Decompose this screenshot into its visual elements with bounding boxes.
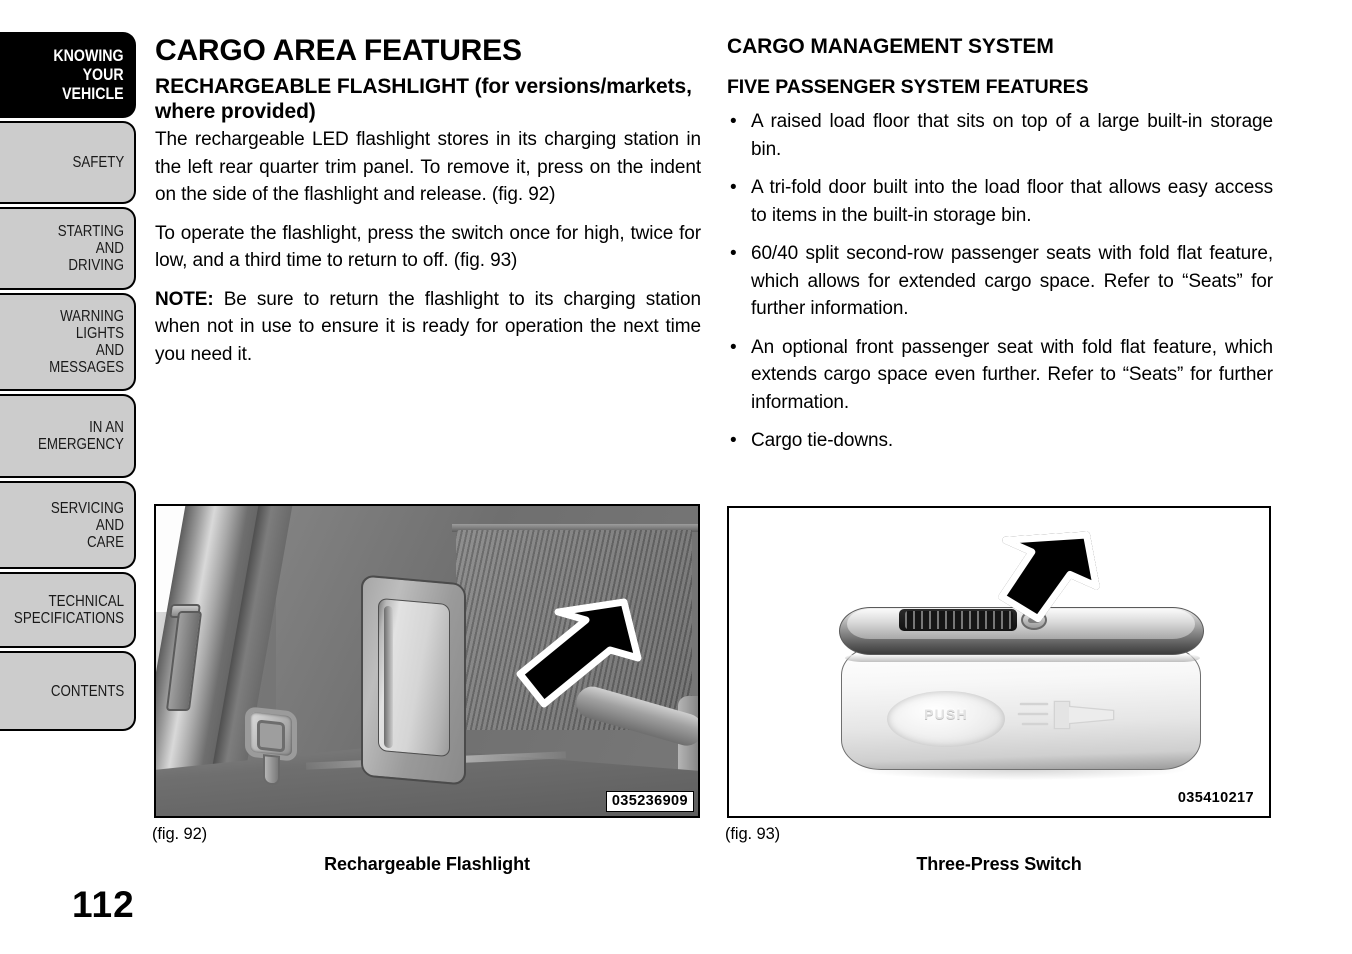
page-title: CARGO AREA FEATURES [155, 34, 522, 67]
sidebar-tab-label: WARNING LIGHTS AND MESSAGES [49, 308, 124, 376]
sidebar-tab-warning-lights-and-messages[interactable]: WARNING LIGHTS AND MESSAGES [0, 293, 136, 391]
figure-93-number: (fig. 93) [725, 825, 781, 843]
flashlight-illustration: PUSH [729, 508, 1269, 816]
sidebar-tab-technical-specifications[interactable]: TECHNICAL SPECIFICATIONS [0, 572, 136, 648]
sidebar-tab-starting-and-driving[interactable]: STARTING AND DRIVING [0, 207, 136, 290]
sidebar-tab-label: CONTENTS [50, 682, 124, 700]
paragraph-flashlight-removal: The rechargeable LED flashlight stores i… [155, 129, 701, 205]
list-item: 60/40 split second-row passenger seats w… [727, 240, 1273, 323]
figure-93-image: PUSH 035410217 [727, 506, 1271, 818]
right-text-column: CARGO MANAGEMENT SYSTEM FIVE PASSENGER S… [727, 34, 1273, 466]
note-label: NOTE: [155, 288, 214, 310]
pointer-arrow-icon [998, 531, 1100, 623]
section-heading-main: RECHARGEABLE FLASHLIGHT [155, 75, 475, 98]
sidebar-tab-servicing-and-care[interactable]: SERVICING AND CARE [0, 481, 136, 569]
sidebar-tab-label: SAFETY [72, 154, 124, 171]
list-item: An optional front passenger seat with fo… [727, 334, 1273, 417]
sidebar-tab-knowing-your-vehicle[interactable]: KNOWING YOUR VEHICLE [0, 32, 136, 118]
feature-bullet-list: A raised load floor that sits on top of … [727, 108, 1273, 455]
figure-92-image: 035236909 [154, 504, 700, 818]
list-item: A raised load floor that sits on top of … [727, 108, 1273, 163]
sidebar-tab-label: STARTING AND DRIVING [57, 223, 124, 274]
list-item: Cargo tie-downs. [727, 427, 1273, 455]
sidebar-tab-contents[interactable]: CONTENTS [0, 651, 136, 731]
cargo-tie-down-hook [245, 706, 299, 786]
sidebar-tab-label: TECHNICAL SPECIFICATIONS [13, 593, 124, 627]
figure-93-caption: Three-Press Switch [916, 854, 1082, 874]
figure-92-number: (fig. 92) [152, 825, 208, 843]
hook-stem [263, 754, 280, 786]
figure-92-caption: Rechargeable Flashlight [324, 854, 530, 874]
left-text-column: CARGO AREA FEATURES RECHARGEABLE FLASHLI… [155, 34, 701, 368]
note-block: NOTE: Be sure to return the flashlight t… [155, 286, 701, 369]
pointer-arrow-icon [516, 598, 642, 708]
sidebar-tab-label: IN AN EMERGENCY [38, 419, 124, 453]
sidebar-tab-label: KNOWING YOUR VEHICLE [53, 46, 124, 103]
section-heading-rechargeable-flashlight: RECHARGEABLE FLASHLIGHT (for versions/ma… [155, 74, 701, 124]
sidebar-tab-in-an-emergency[interactable]: IN AN EMERGENCY [0, 394, 136, 478]
hook-inner [257, 719, 285, 753]
list-item: A tri-fold door built into the load floo… [727, 174, 1273, 229]
figure-image-code: 035410217 [1172, 789, 1259, 808]
note-text: Be sure to return the flashlight to its … [155, 288, 701, 365]
sidebar-tab-safety[interactable]: SAFETY [0, 121, 136, 204]
page-number: 112 [72, 884, 135, 925]
cargo-trim-panel-illustration [156, 506, 698, 816]
figure-image-code: 035236909 [605, 791, 694, 812]
sidebar-tab-label: SERVICING AND CARE [50, 499, 124, 551]
flashlight-indent [384, 605, 393, 749]
section-tabs-sidebar: KNOWING YOUR VEHICLE SAFETY STARTING AND… [0, 32, 136, 734]
heading-cargo-management-system: CARGO MANAGEMENT SYSTEM [727, 35, 1054, 58]
heading-five-passenger-system-features: FIVE PASSENGER SYSTEM FEATURES [727, 76, 1089, 98]
paragraph-flashlight-operation: To operate the flashlight, press the swi… [155, 222, 701, 272]
